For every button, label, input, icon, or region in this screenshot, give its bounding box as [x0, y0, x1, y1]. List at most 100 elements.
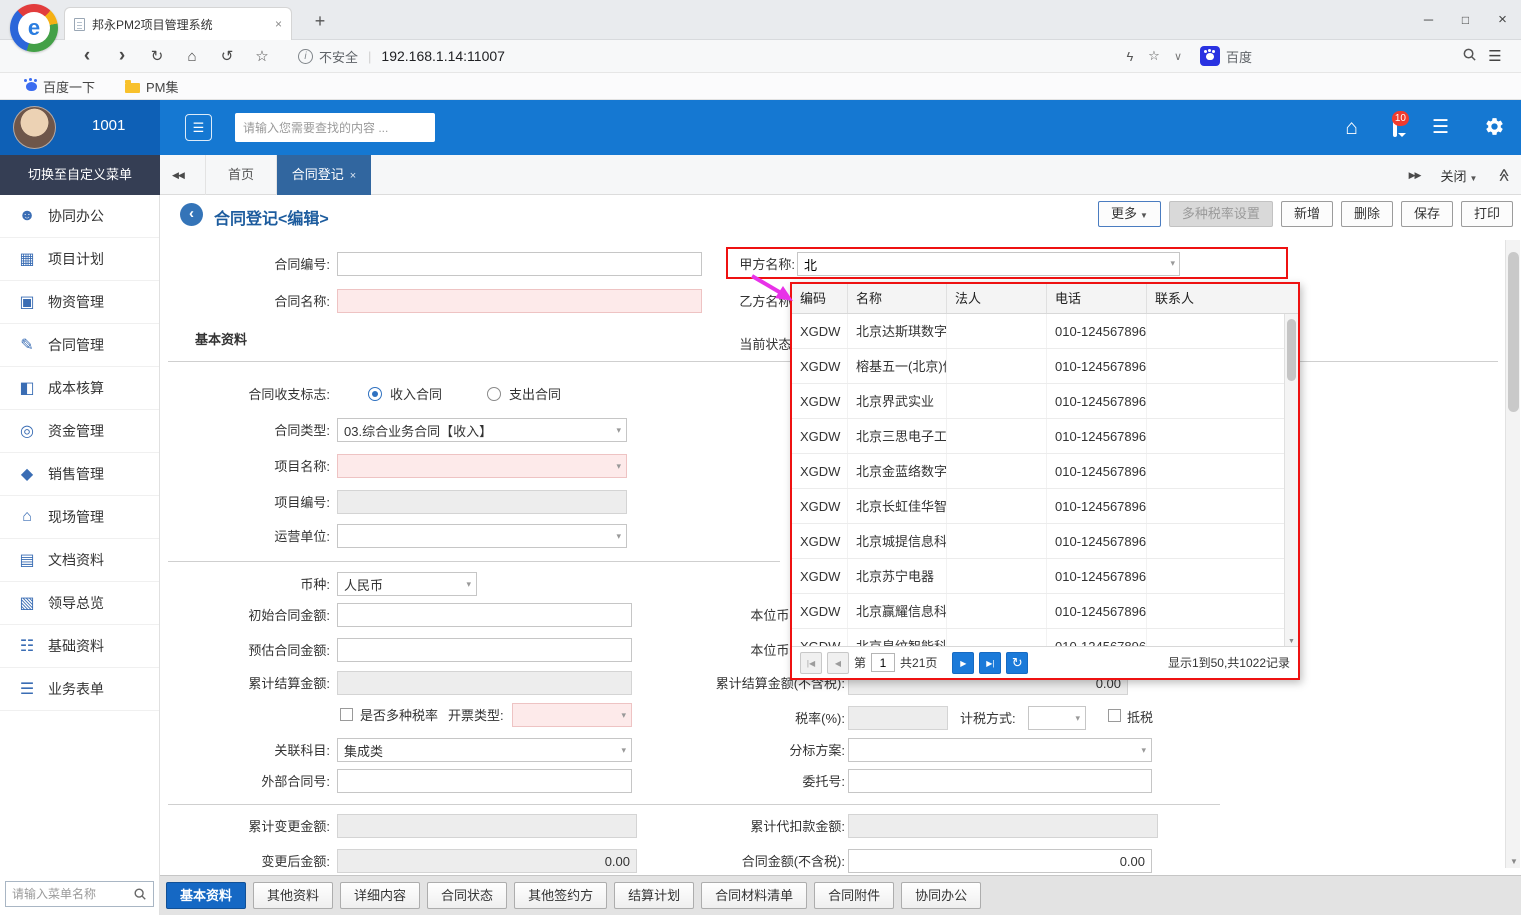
app-search-input[interactable] — [235, 113, 435, 142]
vendor-row[interactable]: XGDW北京苏宁电器010-124567896 — [792, 559, 1298, 594]
tax-method-select[interactable]: ▾ — [1028, 706, 1086, 730]
collapse-up-icon[interactable]: ≪ — [1496, 168, 1512, 182]
project-name-select[interactable]: ▾ — [337, 454, 627, 478]
bookmark-baidu[interactable]: 百度一下 — [26, 77, 95, 96]
sidebar-item-documents[interactable]: ▤文档资料 — [0, 539, 159, 582]
last-page-button[interactable]: ▶| — [979, 652, 1001, 674]
bottom-tab-other-signers[interactable]: 其他签约方 — [514, 882, 607, 909]
more-button[interactable]: 更多▼ — [1098, 201, 1161, 227]
bottom-tab-basic[interactable]: 基本资料 — [166, 882, 246, 909]
scroll-down-icon[interactable]: ▼ — [1510, 857, 1518, 866]
tab-home[interactable]: 首页 — [205, 155, 277, 195]
page-number-input[interactable] — [871, 653, 895, 672]
app-menu-toggle[interactable]: ☰ — [185, 114, 212, 141]
tab-contract-register[interactable]: 合同登记× — [277, 155, 371, 195]
tab-close-icon[interactable]: × — [350, 170, 356, 182]
invoice-type-select[interactable]: ▾ — [512, 703, 632, 727]
browser-menu-icon[interactable]: ☰ — [1481, 47, 1509, 65]
baidu-extension-icon[interactable] — [1200, 46, 1220, 66]
expense-radio[interactable] — [487, 387, 501, 401]
nav-home-button[interactable]: ⌂ — [179, 48, 205, 65]
sidebar-item-sales[interactable]: ◆销售管理 — [0, 453, 159, 496]
tabs-scroll-left-icon[interactable]: ◀◀ — [172, 155, 184, 195]
nav-back-button[interactable]: ‹ — [74, 45, 100, 67]
party-a-combo[interactable]: ▾ — [797, 252, 1180, 276]
external-no-input[interactable] — [337, 769, 632, 793]
bottom-tab-other-info[interactable]: 其他资料 — [253, 882, 333, 909]
messages-icon[interactable]: 10 — [1393, 120, 1397, 135]
sidebar-item-site[interactable]: ⌂现场管理 — [0, 496, 159, 539]
print-button[interactable]: 打印 — [1461, 201, 1513, 227]
sidebar-item-materials[interactable]: ▣物资管理 — [0, 281, 159, 324]
nav-forward-button[interactable]: › — [109, 45, 135, 67]
currency-select[interactable]: 人民币 ▾ — [337, 572, 477, 596]
avatar[interactable] — [13, 106, 56, 149]
save-button[interactable]: 保存 — [1401, 201, 1453, 227]
deduct-tax-checkbox[interactable] — [1108, 709, 1121, 722]
refresh-icon[interactable]: ↻ — [1006, 652, 1028, 674]
sidebar-item-project-plan[interactable]: ▦项目计划 — [0, 238, 159, 281]
bottom-tab-settlement-plan[interactable]: 结算计划 — [614, 882, 694, 909]
page-scrollbar[interactable]: ▼ — [1505, 240, 1520, 868]
nav-refresh-button[interactable]: ↻ — [144, 47, 170, 65]
related-subject-select[interactable]: 集成类 ▾ — [337, 738, 632, 762]
vendor-row[interactable]: XGDW北京赢耀信息科技010-124567896 — [792, 594, 1298, 629]
lightning-icon[interactable]: ϟ — [1118, 49, 1142, 64]
tab-close-icon[interactable]: × — [275, 17, 282, 31]
vendor-row[interactable]: XGDW北京三思电子工程010-124567896 — [792, 419, 1298, 454]
multi-tax-checkbox[interactable] — [340, 708, 353, 721]
address-bar[interactable]: ‹ › ↻ ⌂ ↺ ☆ i 不安全 | 192.168.1.14:11007 ϟ… — [0, 40, 1521, 73]
op-unit-select[interactable]: ▾ — [337, 524, 627, 548]
sidebar-item-funds[interactable]: ◎资金管理 — [0, 410, 159, 453]
chevron-down-icon[interactable]: ∨ — [1166, 50, 1190, 63]
switch-custom-menu-button[interactable]: 切换至自定义菜单 — [0, 155, 160, 195]
vendor-row[interactable]: XGDW北京金蓝络数字科010-124567896 — [792, 454, 1298, 489]
bottom-tab-attachments[interactable]: 合同附件 — [814, 882, 894, 909]
dropdown-caret-icon[interactable]: ▾ — [1170, 258, 1175, 269]
income-radio[interactable] — [368, 387, 382, 401]
vendor-row[interactable]: XGDW北京皇纹智能科技010-124567896 — [792, 629, 1298, 646]
browser-logo[interactable]: e — [10, 4, 58, 52]
sidebar-item-base-data[interactable]: ☷基础资料 — [0, 625, 159, 668]
add-button[interactable]: 新增 — [1281, 201, 1333, 227]
contract-type-select[interactable]: 03.综合业务合同【收入】 ▾ — [337, 418, 627, 442]
split-plan-select[interactable]: ▾ — [848, 738, 1152, 762]
bottom-tab-material-list[interactable]: 合同材料清单 — [701, 882, 807, 909]
back-button[interactable]: ‹ — [180, 203, 203, 226]
popup-scrollbar[interactable]: ▼ — [1284, 314, 1298, 646]
delete-button[interactable]: 删除 — [1341, 201, 1393, 227]
sidebar-item-forms[interactable]: ☰业务表单 — [0, 668, 159, 711]
close-tabs-button[interactable]: 关闭▼ — [1440, 166, 1477, 185]
bottom-tab-details[interactable]: 详细内容 — [340, 882, 420, 909]
menu-search-box[interactable] — [5, 881, 154, 907]
party-a-input[interactable] — [797, 252, 1180, 276]
vendor-row[interactable]: XGDW榕基五一(北京)信息010-124567896 — [792, 349, 1298, 384]
vendor-row[interactable]: XGDW北京城提信息科技010-124567896 — [792, 524, 1298, 559]
app-home-icon[interactable]: ⌂ — [1345, 116, 1358, 140]
sidebar-item-cost[interactable]: ◧成本核算 — [0, 367, 159, 410]
new-tab-button[interactable]: + — [306, 8, 334, 34]
window-minimize-button[interactable]: ─ — [1410, 0, 1447, 40]
next-page-button[interactable]: ▶ — [952, 652, 974, 674]
page-scrollbar-thumb[interactable] — [1508, 252, 1519, 412]
nav-undo-button[interactable]: ↺ — [214, 47, 240, 65]
app-hamburger-icon[interactable]: ☰ — [1432, 116, 1449, 139]
amount-notax-input[interactable] — [848, 849, 1152, 873]
sidebar-item-contract[interactable]: ✎合同管理 — [0, 324, 159, 367]
vendor-row[interactable]: XGDW北京界武实业010-124567896 — [792, 384, 1298, 419]
sidebar-item-overview[interactable]: ▧领导总览 — [0, 582, 159, 625]
vendor-row[interactable]: XGDW北京长虹佳华智能010-124567896 — [792, 489, 1298, 524]
est-amount-input[interactable] — [337, 638, 632, 662]
bottom-tab-status[interactable]: 合同状态 — [427, 882, 507, 909]
menu-search-input[interactable] — [12, 887, 133, 901]
search-icon[interactable] — [1457, 47, 1481, 65]
bottom-tab-collaboration[interactable]: 协同办公 — [901, 882, 981, 909]
window-close-button[interactable]: × — [1484, 0, 1521, 40]
security-info-icon[interactable]: i — [298, 49, 313, 64]
popup-scrollbar-thumb[interactable] — [1287, 319, 1296, 381]
bookmark-pm-folder[interactable]: PM集 — [125, 77, 179, 96]
scroll-down-icon[interactable]: ▼ — [1288, 638, 1295, 645]
vendor-row[interactable]: XGDW北京达斯琪数字科010-124567896 — [792, 314, 1298, 349]
entrust-no-input[interactable] — [848, 769, 1152, 793]
settings-gear-icon[interactable] — [1484, 116, 1505, 140]
